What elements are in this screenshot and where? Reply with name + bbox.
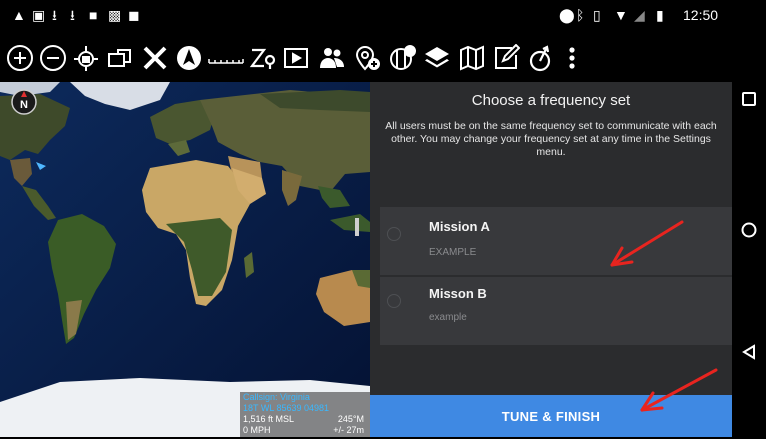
contacts-icon[interactable] xyxy=(318,44,346,72)
battery-icon: ▮ xyxy=(656,7,664,23)
dialog-description: All users must be on the same frequency … xyxy=(385,120,717,158)
error-text: +/- 27m xyxy=(333,425,364,435)
recent-apps-icon[interactable] xyxy=(741,91,757,107)
home-icon[interactable] xyxy=(741,222,757,238)
layers-icon[interactable] xyxy=(423,44,451,72)
bluetooth-icon: ᛒ xyxy=(576,7,585,23)
map-view[interactable]: N Callsign: Virginia 18T WL 85639 04981 … xyxy=(0,82,370,437)
radio-button[interactable] xyxy=(387,294,401,308)
nav-tool-icon[interactable] xyxy=(175,44,203,72)
option-name: Mission A xyxy=(429,219,490,234)
heading-text: 245°M xyxy=(337,414,364,424)
status-bar: ▲ ▣ ⭳ ⭳ ■ ▩ ◼ ⬤ ᛒ ▯ ▼ ◢ ▮ 12:50 xyxy=(0,0,766,30)
tracks-icon[interactable] xyxy=(527,44,555,72)
cot-icon[interactable] xyxy=(388,44,416,72)
zoom-out-icon[interactable] xyxy=(39,44,67,72)
android-icon: ◼ xyxy=(128,7,140,23)
back-icon[interactable] xyxy=(741,344,757,360)
range-ruler-icon[interactable] xyxy=(208,44,244,72)
frequency-option-mission-b[interactable]: Misson B example xyxy=(380,277,732,345)
gallery-icon: ▩ xyxy=(108,7,122,23)
close-x-icon[interactable] xyxy=(141,44,169,72)
download-icon: ⭳ xyxy=(70,7,75,23)
radio-button[interactable] xyxy=(387,227,401,241)
map-scroll-handle[interactable] xyxy=(355,218,359,236)
speed-text: 0 MPH xyxy=(243,425,271,435)
dialog-title: Choose a frequency set xyxy=(471,92,631,109)
location-info-box: Callsign: Virginia 18T WL 85639 04981 1,… xyxy=(240,392,370,437)
alert-icon: ▲ xyxy=(12,7,26,23)
option-subtitle: example xyxy=(429,312,467,323)
draw-icon[interactable] xyxy=(492,44,520,72)
overflow-menu-icon[interactable] xyxy=(565,44,579,72)
tune-finish-button[interactable]: TUNE & FINISH xyxy=(370,395,732,437)
add-marker-icon[interactable] xyxy=(353,44,381,72)
wifi-icon: ▼ xyxy=(614,7,628,23)
no-signal-icon: ◢ xyxy=(634,7,645,23)
bloodhound-icon[interactable] xyxy=(248,44,276,72)
image-icon: ▣ xyxy=(32,7,46,23)
video-player-icon[interactable] xyxy=(282,44,310,72)
speed-row: 0 MPH +/- 27m xyxy=(240,425,370,436)
nav-bar xyxy=(732,82,766,437)
world-map-image xyxy=(0,82,370,437)
compass-button[interactable]: N xyxy=(10,88,38,116)
frequency-set-dialog: Choose a frequency set All users must be… xyxy=(370,82,732,437)
overlay-icon[interactable] xyxy=(106,44,134,72)
zoom-in-icon[interactable] xyxy=(6,44,34,72)
grid-coordinate-text: 18T WL 85639 04981 xyxy=(243,403,330,413)
toolbar xyxy=(0,30,732,82)
vibrate-icon: ▯ xyxy=(593,7,601,23)
compass-label: N xyxy=(20,99,28,111)
option-name: Misson B xyxy=(429,286,487,301)
gps-lock-icon[interactable] xyxy=(72,44,100,72)
video-icon: ■ xyxy=(89,7,98,23)
altitude-row: 1,516 ft MSL 245°M xyxy=(240,414,370,425)
callsign-text: Callsign: Virginia xyxy=(243,392,310,402)
download-icon: ⭳ xyxy=(52,7,57,23)
status-time: 12:50 xyxy=(683,7,719,23)
location-icon: ⬤ xyxy=(559,7,575,23)
option-subtitle: EXAMPLE xyxy=(429,247,477,258)
frequency-option-mission-a[interactable]: Mission A EXAMPLE xyxy=(380,207,732,275)
map-icon[interactable] xyxy=(458,44,486,72)
altitude-text: 1,516 ft MSL xyxy=(243,414,295,424)
